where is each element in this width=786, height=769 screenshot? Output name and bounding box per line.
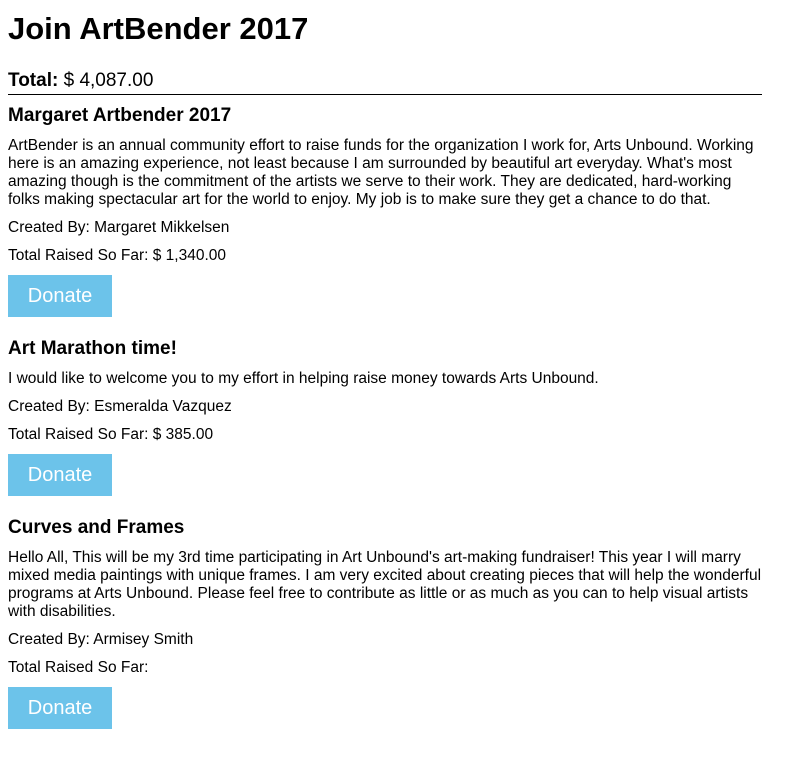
campaign-card: Art Marathon time! I would like to welco…	[8, 337, 762, 496]
campaign-creator: Created By: Armisey Smith	[8, 631, 194, 648]
campaign-raised: Total Raised So Far: $ 385.00	[8, 426, 214, 443]
total-label: Total:	[8, 70, 59, 91]
donate-button[interactable]: Donate	[8, 275, 112, 317]
campaign-title: Margaret Artbender 2017	[8, 105, 232, 126]
campaign-description: I would like to welcome you to my effort…	[8, 370, 599, 387]
page-title: Join ArtBender 2017	[8, 11, 309, 46]
campaign-raised: Total Raised So Far: $ 1,340.00	[8, 247, 226, 264]
total-summary: Total: $ 4,087.00	[8, 69, 762, 95]
campaign-card: Curves and Frames Hello All, This will b…	[8, 516, 762, 729]
campaign-description: Hello All, This will be my 3rd time part…	[8, 549, 762, 620]
campaign-creator: Created By: Margaret Mikkelsen	[8, 219, 230, 236]
total-value: $ 4,087.00	[63, 70, 154, 91]
campaign-description: ArtBender is an annual community effort …	[8, 137, 754, 208]
campaign-raised: Total Raised So Far:	[8, 659, 149, 676]
campaign-card: Margaret Artbender 2017 ArtBender is an …	[8, 104, 762, 317]
page: Join ArtBender 2017 Total: $ 4,087.00 Ma…	[0, 11, 770, 729]
donate-button[interactable]: Donate	[8, 687, 112, 729]
campaign-title: Art Marathon time!	[8, 338, 177, 359]
campaign-title: Curves and Frames	[8, 517, 185, 538]
donate-button[interactable]: Donate	[8, 454, 112, 496]
campaign-creator: Created By: Esmeralda Vazquez	[8, 398, 232, 415]
